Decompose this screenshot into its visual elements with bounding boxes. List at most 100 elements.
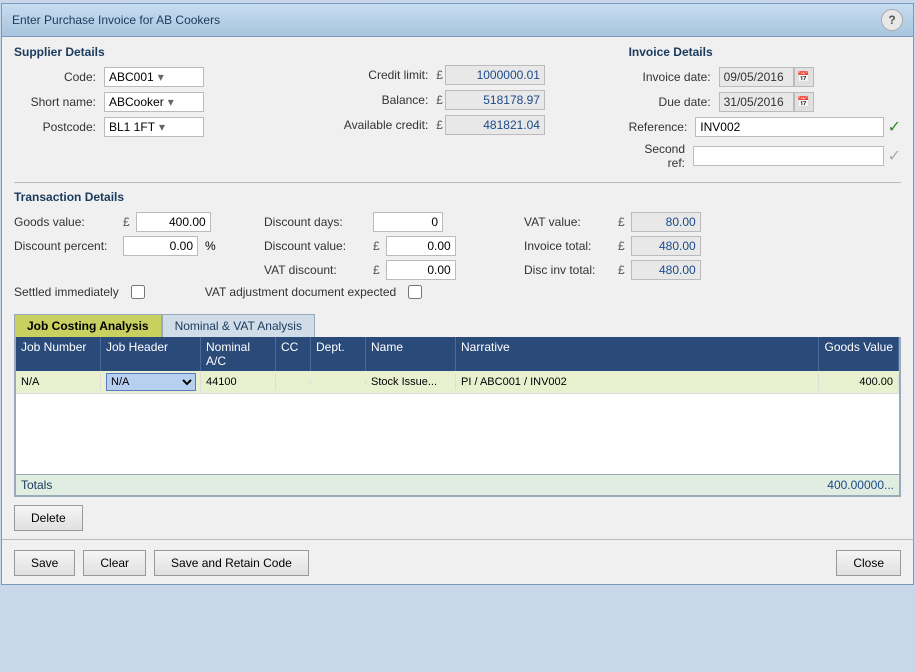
invoice-section: Invoice Details Invoice date: 09/05/2016… [619, 45, 901, 175]
shortname-label: Short name: [14, 95, 104, 109]
supplier-code-row: Code: ABC001 [14, 67, 306, 87]
reference-input[interactable]: INV002 [695, 117, 883, 137]
reference-label: Reference: [629, 120, 696, 134]
postcode-dropdown[interactable]: BL1 1FT [104, 117, 204, 137]
postcode-row: Postcode: BL1 1FT [14, 117, 306, 137]
supplier-title: Supplier Details [14, 45, 306, 59]
help-button[interactable]: ? [881, 9, 903, 31]
col-job-number: Job Number [16, 337, 101, 371]
shortname-row: Short name: ABCooker [14, 92, 306, 112]
tab-nominal-vat[interactable]: Nominal & VAT Analysis [162, 314, 315, 337]
cell-nominal: 44100 [201, 374, 276, 390]
vat-disc-pound: £ [373, 263, 382, 277]
window-title: Enter Purchase Invoice for AB Cookers [12, 13, 220, 27]
code-label: Code: [14, 70, 104, 84]
totals-label: Totals [21, 478, 52, 492]
due-date-cal[interactable]: 📅 [794, 92, 814, 112]
disc-inv-value: 480.00 [631, 260, 701, 280]
grid-header: Job Number Job Header Nominal A/C CC Dep… [16, 337, 899, 371]
vat-adj-checkbox[interactable] [408, 285, 422, 299]
totals-value: 400.00000... [827, 478, 894, 492]
cell-narrative: PI / ABC001 / INV002 [456, 374, 819, 390]
tab-bar: Job Costing Analysis Nominal & VAT Analy… [14, 314, 901, 337]
credit-pound: £ [436, 68, 445, 82]
pct-unit: % [205, 239, 216, 253]
delete-button[interactable]: Delete [14, 505, 83, 531]
bottom-buttons: Save Clear Save and Retain Code Close [2, 539, 913, 584]
save-button[interactable]: Save [14, 550, 75, 576]
invoice-date-cal[interactable]: 📅 [794, 67, 814, 87]
vat-disc-input[interactable]: 0.00 [386, 260, 456, 280]
inv-total-pound: £ [618, 239, 627, 253]
invoice-date-label: Invoice date: [629, 70, 719, 84]
cell-dept [311, 380, 366, 384]
goods-input[interactable]: 400.00 [136, 212, 211, 232]
code-dropdown[interactable]: ABC001 [104, 67, 204, 87]
second-ref-check-icon: ✓ [888, 146, 901, 166]
disc-days-input[interactable]: 0 [373, 212, 443, 232]
cell-job-header[interactable]: N/A [101, 371, 201, 393]
credit-limit-label: Credit limit: [326, 68, 436, 82]
title-bar: Enter Purchase Invoice for AB Cookers ? [2, 4, 913, 37]
transaction-section: Transaction Details Goods value: £ 400.0… [2, 185, 913, 304]
disc-val-pound: £ [373, 239, 382, 253]
col-goods-value: Goods Value [819, 337, 899, 371]
balance-pound: £ [436, 93, 445, 107]
balance-row: Balance: £ 518178.97 [326, 90, 618, 110]
disc-inv-pound: £ [618, 263, 627, 277]
disc-pct-input[interactable]: 0.00 [123, 236, 198, 256]
invoice-date-field[interactable]: 09/05/2016 [719, 67, 794, 87]
settled-checkbox[interactable] [131, 285, 145, 299]
goods-pound: £ [123, 215, 132, 229]
balance-value: 518178.97 [445, 90, 545, 110]
inv-total-value: 480.00 [631, 236, 701, 256]
available-pound: £ [436, 118, 445, 132]
vat-adj-row: VAT adjustment document expected [205, 285, 422, 299]
vat-value: 80.00 [631, 212, 701, 232]
col-cc: CC [276, 337, 311, 371]
invoice-date-row: Invoice date: 09/05/2016 📅 [629, 67, 901, 87]
vat-pound: £ [618, 215, 627, 229]
inv-total-label: Invoice total: [524, 239, 614, 253]
credit-limit-value: 1000000.01 [445, 65, 545, 85]
credit-limit-row: Credit limit: £ 1000000.01 [326, 65, 618, 85]
postcode-label: Postcode: [14, 120, 104, 134]
available-label: Available credit: [326, 118, 436, 132]
due-date-field[interactable]: 31/05/2016 [719, 92, 794, 112]
balance-label: Balance: [326, 93, 436, 107]
job-header-select[interactable]: N/A [106, 373, 196, 391]
vat-adj-label: VAT adjustment document expected [205, 285, 396, 299]
col-narrative: Narrative [456, 337, 819, 371]
credit-section: Credit limit: £ 1000000.01 Balance: £ 51… [306, 45, 618, 175]
second-ref-row: Second ref: ✓ [629, 142, 901, 170]
due-date-row: Due date: 31/05/2016 📅 [629, 92, 901, 112]
main-window: Enter Purchase Invoice for AB Cookers ? … [1, 3, 914, 585]
goods-label: Goods value: [14, 215, 119, 229]
available-value: 481821.04 [445, 115, 545, 135]
tab-job-costing[interactable]: Job Costing Analysis [14, 314, 162, 337]
settled-label: Settled immediately [14, 285, 119, 299]
second-ref-label: Second ref: [629, 142, 693, 170]
shortname-dropdown[interactable]: ABCooker [104, 92, 204, 112]
table-row[interactable]: N/A N/A 44100 Stock Issue... PI / ABC001… [16, 371, 899, 394]
cell-job-number: N/A [16, 374, 101, 390]
transaction-title: Transaction Details [14, 190, 901, 204]
cell-goods-value: 400.00 [819, 374, 899, 390]
col-dept: Dept. [311, 337, 366, 371]
delete-area: Delete [14, 497, 901, 539]
reference-row: Reference: INV002 ✓ [629, 117, 901, 137]
col-job-header: Job Header [101, 337, 201, 371]
grid-area: Job Number Job Header Nominal A/C CC Dep… [14, 337, 901, 497]
disc-val-label: Discount value: [264, 239, 369, 253]
available-row: Available credit: £ 481821.04 [326, 115, 618, 135]
disc-val-input[interactable]: 0.00 [386, 236, 456, 256]
close-button[interactable]: Close [836, 550, 901, 576]
second-ref-input[interactable] [693, 146, 884, 166]
invoice-title: Invoice Details [629, 45, 901, 59]
save-retain-button[interactable]: Save and Retain Code [154, 550, 309, 576]
disc-inv-label: Disc inv total: [524, 263, 614, 277]
col-name: Name [366, 337, 456, 371]
ref-check-icon: ✓ [888, 117, 901, 137]
clear-button[interactable]: Clear [83, 550, 146, 576]
due-date-label: Due date: [629, 95, 719, 109]
